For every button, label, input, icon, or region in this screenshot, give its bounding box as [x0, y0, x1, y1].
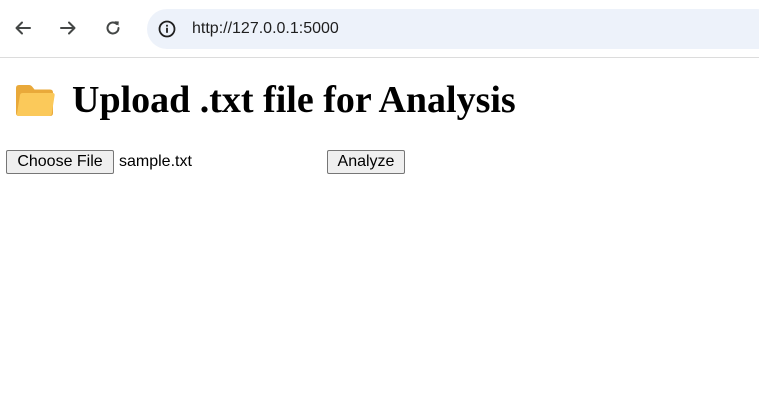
analyze-button[interactable]: Analyze [327, 150, 405, 174]
url-text[interactable]: http://127.0.0.1:5000 [192, 20, 339, 38]
selected-file-name: sample.txt [119, 153, 192, 170]
choose-file-button[interactable]: Choose File [6, 150, 114, 174]
upload-form: Choose File sample.txt Analyze [6, 150, 426, 174]
browser-toolbar: http://127.0.0.1:5000 [0, 0, 759, 58]
info-icon [158, 20, 176, 38]
folder-icon [16, 85, 55, 116]
reload-icon [106, 21, 120, 35]
page-content: Upload .txt file for Analysis Choose Fil… [0, 58, 759, 414]
reload-button[interactable] [98, 13, 128, 43]
forward-arrow-icon [60, 21, 76, 35]
page-title: Upload .txt file for Analysis [14, 78, 516, 122]
back-arrow-icon [15, 21, 31, 35]
forward-button[interactable] [53, 13, 83, 43]
site-info-button[interactable] [156, 18, 178, 40]
address-bar[interactable]: http://127.0.0.1:5000 [147, 9, 759, 49]
page-title-text: Upload .txt file for Analysis [72, 79, 516, 121]
back-button[interactable] [8, 13, 38, 43]
